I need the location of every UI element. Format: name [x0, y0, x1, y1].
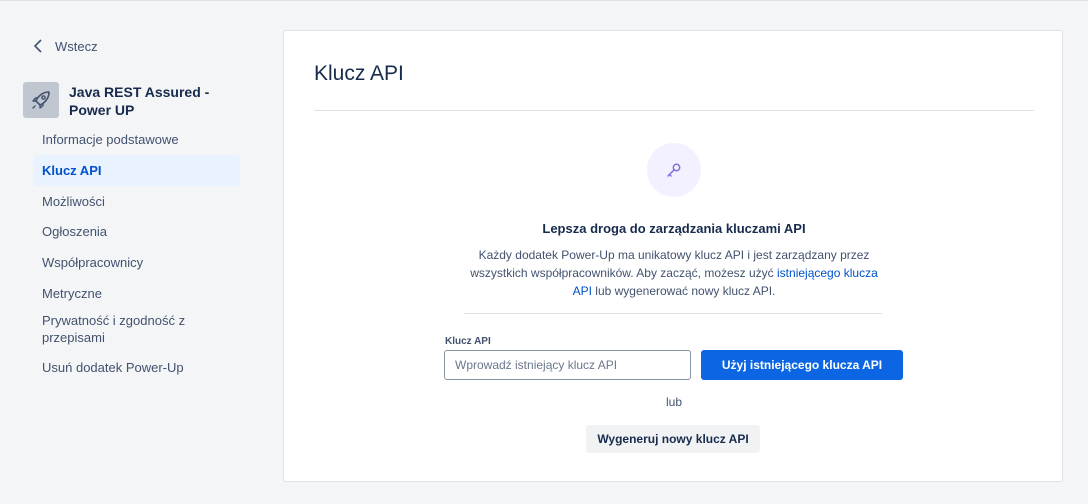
use-existing-key-button[interactable]: Użyj istniejącego klucza API	[701, 350, 903, 380]
description-text-2: lub wygenerować nowy klucz API.	[591, 284, 776, 298]
back-label: Wstecz	[55, 38, 98, 54]
title-divider	[314, 110, 1034, 111]
sidebar-item-basic-info[interactable]: Informacje podstawowe	[34, 125, 240, 155]
sidebar-item-capabilities[interactable]: Możliwości	[34, 186, 240, 216]
chevron-left-icon	[33, 39, 42, 53]
sidebar-item-collaborators[interactable]: Współpracownicy	[34, 247, 240, 278]
sidebar-item-metrics[interactable]: Metryczne	[34, 278, 240, 307]
form-divider	[464, 313, 882, 314]
api-key-label: Klucz API	[445, 336, 491, 347]
or-separator: lub	[665, 395, 682, 409]
key-icon	[667, 163, 681, 177]
sidebar-item-remove-power-up[interactable]: Usuń dodatek Power-Up	[34, 352, 240, 383]
app-icon	[23, 82, 59, 118]
api-key-card: Klucz API Lepsza droga do zarządzania kl…	[283, 30, 1063, 482]
section-heading: Lepsza droga do zarządzania kluczami API	[542, 221, 806, 236]
sidebar-item-api-key[interactable]: Klucz API	[34, 155, 240, 186]
key-icon-badge	[647, 143, 701, 197]
sidebar: Wstecz Java REST Assured - Power UP Info…	[0, 0, 260, 504]
generate-key-button[interactable]: Wygeneruj nowy klucz API	[586, 425, 760, 453]
back-link[interactable]: Wstecz	[33, 36, 98, 56]
app-name: Java REST Assured - Power UP	[69, 84, 210, 118]
sidebar-nav: Informacje podstawowe Klucz API Możliwoś…	[34, 125, 240, 383]
sidebar-item-privacy-compliance[interactable]: Prywatność i zgodność z przepisami	[34, 307, 204, 352]
rocket-icon	[32, 91, 50, 109]
api-key-input[interactable]	[444, 350, 691, 380]
page-title: Klucz API	[314, 62, 404, 85]
app-header: Java REST Assured - Power UP	[23, 82, 229, 119]
sidebar-item-announcements[interactable]: Ogłoszenia	[34, 216, 240, 247]
section-description: Każdy dodatek Power-Up ma unikatowy kluc…	[464, 246, 884, 300]
